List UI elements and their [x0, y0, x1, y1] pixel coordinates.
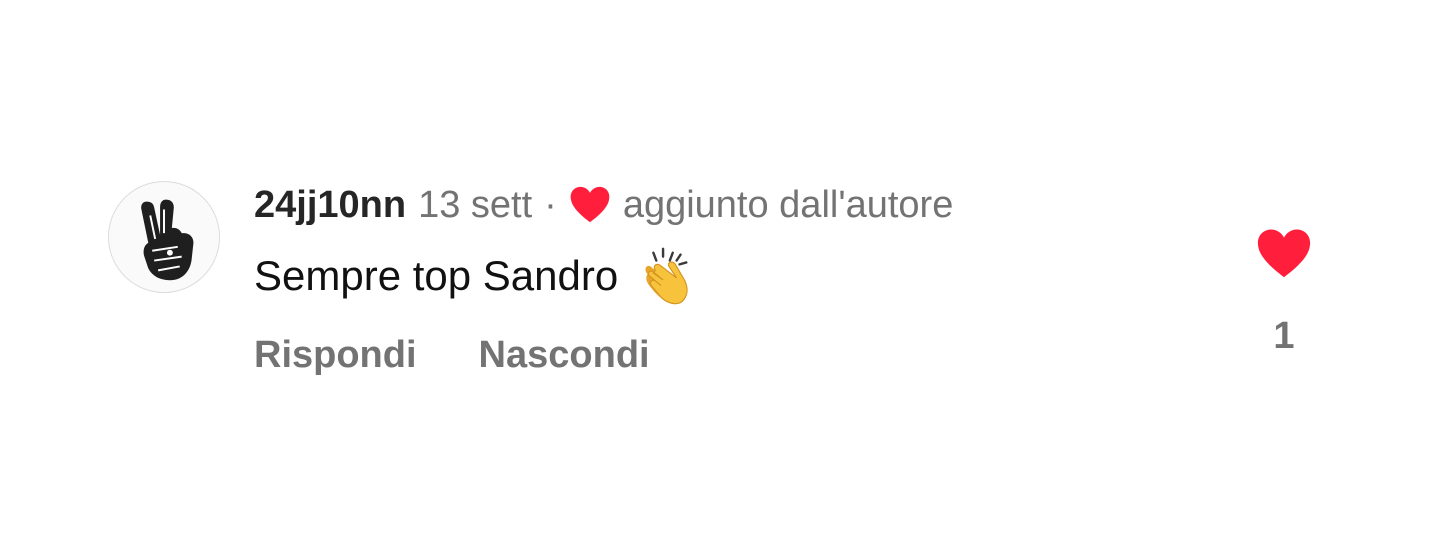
peace-hand-icon — [141, 199, 194, 281]
clapping-hands-icon — [634, 245, 696, 307]
hide-button[interactable]: Nascondi — [479, 334, 650, 377]
comment-body: Sempre top Sandro — [254, 246, 696, 306]
username[interactable]: 24jj10nn — [254, 184, 406, 227]
author-liked-heart-icon — [569, 186, 611, 224]
like-count[interactable]: 1 — [1256, 312, 1312, 360]
comment-meta: 24jj10nn 13 sett · aggiunto dall'autore — [254, 181, 953, 229]
comment-text: Sempre top Sandro — [254, 252, 619, 299]
author-liked-label: aggiunto dall'autore — [622, 183, 954, 226]
separator-dot: · — [544, 183, 557, 226]
comment-actions: Rispondi Nascondi — [254, 330, 650, 380]
like-heart-icon[interactable] — [1256, 228, 1312, 280]
comment-item: 24jj10nn 13 sett · aggiunto dall'autore … — [0, 0, 1448, 548]
timestamp: 13 sett — [418, 183, 533, 226]
user-avatar[interactable] — [108, 181, 220, 293]
reply-button[interactable]: Rispondi — [254, 334, 417, 377]
